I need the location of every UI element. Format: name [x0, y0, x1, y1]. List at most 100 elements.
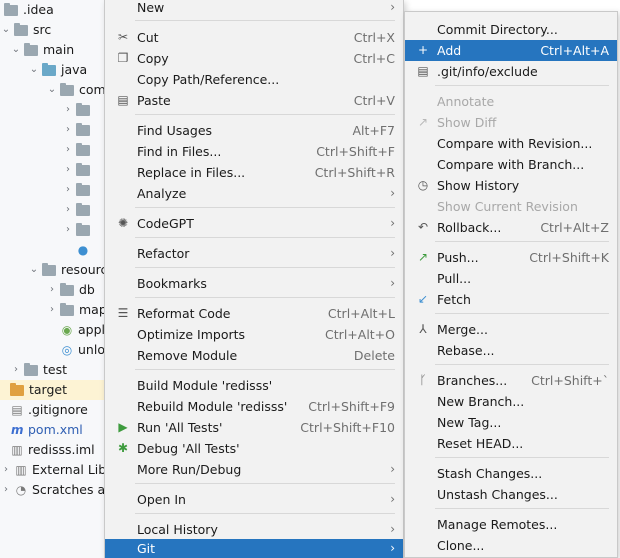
- chevron-right-icon[interactable]: ›: [10, 360, 22, 380]
- menu-item-compare-with-branch[interactable]: Compare with Branch...: [405, 154, 617, 175]
- menu-item-rollback[interactable]: ↶ Rollback... Ctrl+Alt+Z: [405, 217, 617, 238]
- tree-item-src[interactable]: ⌄ src: [0, 20, 51, 40]
- tree-item-package[interactable]: ›: [62, 180, 95, 200]
- tree-item-label: mapper: [79, 302, 104, 317]
- menu-item-manage-remotes[interactable]: Manage Remotes...: [405, 514, 617, 535]
- menu-item-clone[interactable]: Clone...: [405, 535, 617, 556]
- menu-item-commit-directory[interactable]: Commit Directory...: [405, 19, 617, 40]
- tree-item-unlo[interactable]: ◎ unlo: [58, 340, 104, 360]
- menu-item-unstash-changes[interactable]: Unstash Changes...: [405, 484, 617, 505]
- separator: [435, 313, 609, 314]
- menu-item-branches[interactable]: ᚴ Branches... Ctrl+Shift+`: [405, 370, 617, 391]
- tree-item-gitignore[interactable]: ▤ .gitignore: [8, 400, 88, 420]
- menu-item-refactor[interactable]: Refactor ›: [105, 243, 403, 264]
- chevron-right-icon[interactable]: ›: [62, 100, 74, 120]
- tree-item-iml[interactable]: ▥ redisss.iml: [8, 440, 94, 460]
- menu-item-run-all-tests[interactable]: ▶ Run 'All Tests' Ctrl+Shift+F10: [105, 417, 403, 438]
- menu-item-fetch[interactable]: ↙ Fetch: [405, 289, 617, 310]
- menu-item-cut[interactable]: ✂ Cut Ctrl+X: [105, 27, 403, 48]
- menu-item-new-branch[interactable]: New Branch...: [405, 391, 617, 412]
- menu-item-rebuild-module[interactable]: Rebuild Module 'redisss' Ctrl+Shift+F9: [105, 396, 403, 417]
- chevron-down-icon[interactable]: ⌄: [28, 60, 40, 80]
- chevron-right-icon[interactable]: ›: [62, 160, 74, 180]
- tree-item-label: .gitignore: [28, 402, 88, 417]
- menu-item-git-exclude[interactable]: ▤ .git/info/exclude: [405, 61, 617, 82]
- menu-item-more-run-debug[interactable]: More Run/Debug ›: [105, 459, 403, 480]
- menu-item-local-history[interactable]: Local History ›: [105, 519, 403, 540]
- menu-item-optimize-imports[interactable]: Optimize Imports Ctrl+Alt+O: [105, 324, 403, 345]
- menu-item-add[interactable]: + Add Ctrl+Alt+A: [405, 40, 617, 61]
- chevron-right-icon[interactable]: ›: [62, 120, 74, 140]
- tree-item-mapper[interactable]: › mapper: [46, 300, 104, 320]
- chevron-right-icon[interactable]: ›: [46, 280, 58, 300]
- menu-item-new-tag[interactable]: New Tag...: [405, 412, 617, 433]
- submenu-arrow-icon: ›: [390, 492, 395, 506]
- chevron-right-icon[interactable]: ›: [62, 220, 74, 240]
- context-menu: New › ✂ Cut Ctrl+X ❐ Copy Ctrl+C Copy Path/Re…: [104, 0, 404, 558]
- menu-item-find-usages[interactable]: Find Usages Alt+F7: [105, 120, 403, 141]
- tree-item-package[interactable]: ›: [62, 120, 95, 140]
- tree-item-pom[interactable]: m pom.xml: [8, 420, 83, 440]
- tree-item-java[interactable]: ⌄ java: [28, 60, 87, 80]
- tree-item-package[interactable]: ›: [62, 140, 95, 160]
- menu-item-bookmarks[interactable]: Bookmarks ›: [105, 273, 403, 294]
- class-icon: ●: [77, 243, 89, 257]
- menu-item-copy-path[interactable]: Copy Path/Reference...: [105, 69, 403, 90]
- tree-item-application[interactable]: ◉ application: [58, 320, 104, 340]
- shortcut: Ctrl+Shift+F: [316, 144, 395, 159]
- tree-item-package[interactable]: ›: [62, 160, 95, 180]
- chevron-right-icon[interactable]: ›: [0, 460, 12, 480]
- menu-item-debug-all-tests[interactable]: ✱ Debug 'All Tests': [105, 438, 403, 459]
- menu-item-compare-with-revision[interactable]: Compare with Revision...: [405, 133, 617, 154]
- chevron-right-icon[interactable]: ›: [62, 140, 74, 160]
- tree-item-external-libraries[interactable]: ›▥ External Libraries: [0, 460, 104, 480]
- chevron-right-icon[interactable]: ›: [0, 480, 12, 500]
- menu-item-label: Commit Directory...: [437, 22, 558, 37]
- menu-item-git[interactable]: Git ›: [105, 539, 403, 558]
- menu-item-codegpt[interactable]: ✺ CodeGPT ›: [105, 213, 403, 234]
- menu-item-rebase[interactable]: Rebase...: [405, 340, 617, 361]
- chevron-right-icon[interactable]: ›: [46, 300, 58, 320]
- tree-item-target[interactable]: target: [0, 380, 104, 400]
- chevron-right-icon[interactable]: ›: [62, 200, 74, 220]
- menu-item-find-in-files[interactable]: Find in Files... Ctrl+Shift+F: [105, 141, 403, 162]
- menu-item-label: Copy Path/Reference...: [137, 72, 280, 87]
- tree-item-idea[interactable]: .idea: [0, 0, 54, 20]
- menu-item-replace-in-files[interactable]: Replace in Files... Ctrl+Shift+R: [105, 162, 403, 183]
- menu-item-reformat-code[interactable]: ☰ Reformat Code Ctrl+Alt+L: [105, 303, 403, 324]
- scissors-icon: ✂: [117, 30, 129, 44]
- tree-item-class[interactable]: ●: [74, 240, 94, 260]
- menu-item-pull[interactable]: Pull...: [405, 268, 617, 289]
- menu-item-label: Find Usages: [137, 123, 213, 138]
- menu-item-stash-changes[interactable]: Stash Changes...: [405, 463, 617, 484]
- shortcut: Delete: [353, 348, 395, 363]
- menu-item-open-in[interactable]: Open In ›: [105, 489, 403, 510]
- folder-icon: [60, 282, 74, 296]
- resources-folder-icon: [42, 262, 56, 276]
- tree-item-scratches[interactable]: ›◔ Scratches and Consoles: [0, 480, 104, 500]
- menu-item-merge[interactable]: ⅄ Merge...: [405, 319, 617, 340]
- menu-item-push[interactable]: ↗ Push... Ctrl+Shift+K: [405, 247, 617, 268]
- chevron-right-icon[interactable]: ›: [62, 180, 74, 200]
- menu-item-copy[interactable]: ❐ Copy Ctrl+C: [105, 48, 403, 69]
- tree-item-package[interactable]: ›: [62, 100, 95, 120]
- menu-item-analyze[interactable]: Analyze ›: [105, 183, 403, 204]
- menu-item-new[interactable]: New ›: [105, 0, 403, 18]
- tree-item-com[interactable]: ⌄ com: [46, 80, 104, 100]
- chevron-down-icon[interactable]: ⌄: [0, 20, 12, 40]
- chevron-down-icon[interactable]: ⌄: [10, 40, 22, 60]
- menu-item-build-module[interactable]: Build Module 'redisss': [105, 375, 403, 396]
- tree-item-package[interactable]: ›: [62, 200, 95, 220]
- tree-item-main[interactable]: ⌄ main: [10, 40, 74, 60]
- menu-item-show-history[interactable]: ◷ Show History: [405, 175, 617, 196]
- debug-icon: ✱: [117, 441, 129, 455]
- tree-item-resources[interactable]: ⌄ resources: [28, 260, 104, 280]
- menu-item-paste[interactable]: ▤ Paste Ctrl+V: [105, 90, 403, 111]
- tree-item-test[interactable]: › test: [10, 360, 67, 380]
- chevron-down-icon[interactable]: ⌄: [28, 260, 40, 280]
- chevron-down-icon[interactable]: ⌄: [46, 80, 58, 100]
- menu-item-remove-module[interactable]: Remove Module Delete: [105, 345, 403, 366]
- tree-item-db[interactable]: › db: [46, 280, 95, 300]
- menu-item-reset-head[interactable]: Reset HEAD...: [405, 433, 617, 454]
- tree-item-package[interactable]: ›: [62, 220, 95, 240]
